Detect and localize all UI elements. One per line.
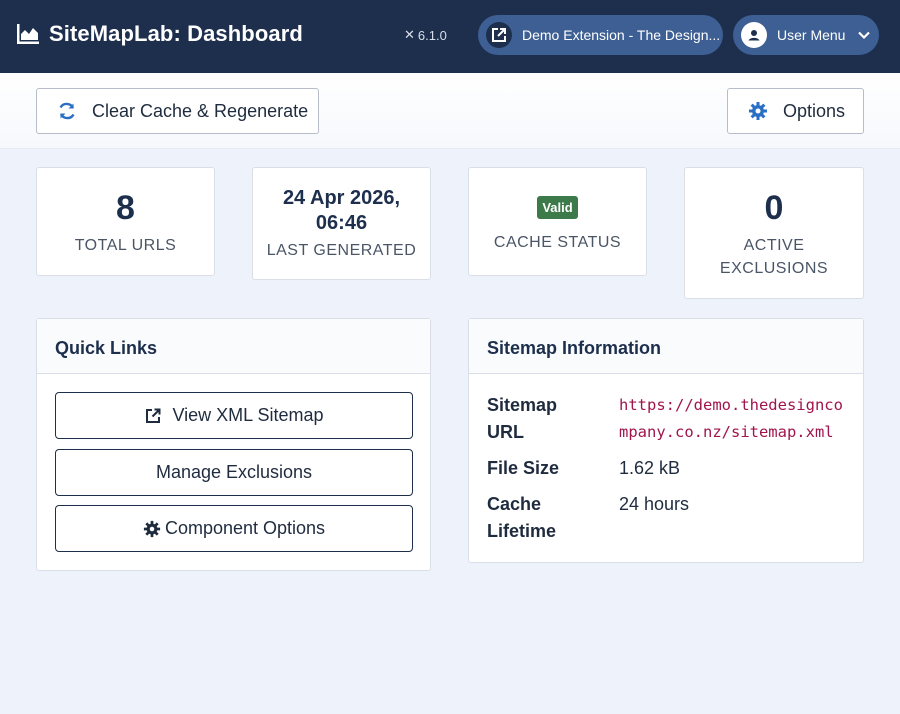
total-urls-label: TOTAL URLS	[74, 237, 177, 254]
cache-lifetime-label-2: Lifetime	[487, 521, 557, 541]
active-exclusions-value: 0	[764, 189, 784, 227]
stat-card-last-generated: 24 Apr 2026, 06:46 LAST GENERATED	[252, 167, 431, 280]
clear-cache-button[interactable]: Clear Cache & Regenerate	[36, 88, 319, 134]
version-indicator: ✕ 6.1.0	[404, 27, 447, 43]
sitemap-info-panel: Sitemap Information Sitemap URL https://…	[468, 318, 864, 563]
stat-card-cache-status: Valid CACHE STATUS	[468, 167, 647, 276]
gear-icon	[143, 520, 161, 537]
active-exclusions-label-2: EXCLUSIONS	[719, 260, 829, 277]
external-link-icon	[146, 408, 161, 423]
user-circle-icon	[741, 22, 767, 48]
chart-area-icon	[17, 24, 39, 44]
version-text: 6.1.0	[417, 27, 447, 43]
user-menu-button[interactable]: User Menu	[733, 15, 879, 55]
sitemap-url-label-1: Sitemap	[487, 395, 558, 415]
user-menu-label: User Menu	[777, 27, 846, 43]
component-options-label: Component Options	[164, 518, 326, 538]
component-options-button[interactable]: Component Options	[55, 505, 413, 552]
sitemap-url-label-2: URL	[487, 422, 524, 442]
file-size-label: File Size	[487, 458, 560, 478]
last-generated-label: LAST GENERATED	[266, 242, 417, 259]
clear-cache-label: Clear Cache & Regenerate	[92, 100, 309, 121]
manage-exclusions-button[interactable]: Manage Exclusions	[55, 449, 413, 496]
gear-icon	[749, 102, 767, 120]
sitemap-url-label: Sitemap URL	[487, 392, 597, 446]
options-label: Options	[783, 100, 846, 121]
sitemap-url-link[interactable]: https://demo.thedesigncompany.co.nz/site…	[619, 392, 849, 446]
stat-card-total-urls: 8 TOTAL URLS	[36, 167, 215, 276]
view-xml-sitemap-label: View XML Sitemap	[172, 405, 324, 425]
status-badge: Valid	[537, 196, 578, 219]
file-size-value: 1.62 kB	[619, 458, 681, 478]
external-link-icon	[486, 22, 512, 48]
cache-lifetime-label: Cache Lifetime	[487, 491, 597, 545]
cache-status-label: CACHE STATUS	[493, 234, 622, 251]
site-link-label: Demo Extension - The Design...	[522, 27, 721, 43]
brand: SiteMapLab: Dashboard	[17, 21, 303, 47]
last-generated-time: 06:46	[315, 212, 368, 234]
page-title: SiteMapLab: Dashboard	[49, 21, 303, 46]
sync-icon	[59, 102, 75, 120]
top-header: SiteMapLab: Dashboard ✕ 6.1.0 Demo Exten…	[0, 0, 900, 73]
joomla-icon: ✕	[404, 27, 415, 42]
site-link-button[interactable]: Demo Extension - The Design...	[478, 15, 723, 55]
quick-links-title: Quick Links	[37, 319, 430, 374]
active-exclusions-label-1: ACTIVE	[743, 237, 805, 254]
last-generated-date: 24 Apr 2026,	[282, 187, 401, 209]
chevron-down-icon	[858, 31, 871, 40]
view-xml-sitemap-button[interactable]: View XML Sitemap	[55, 392, 413, 439]
toolbar: Clear Cache & Regenerate Options	[0, 73, 900, 149]
options-button[interactable]: Options	[727, 88, 864, 134]
cache-lifetime-value: 24 hours	[619, 494, 690, 514]
stat-card-active-exclusions: 0 ACTIVE EXCLUSIONS	[684, 167, 864, 299]
sitemap-info-title: Sitemap Information	[469, 319, 863, 374]
quick-links-panel: Quick Links View XML Sitemap Manage Excl…	[36, 318, 431, 571]
total-urls-value: 8	[116, 189, 135, 227]
cache-lifetime-label-1: Cache	[487, 494, 542, 514]
manage-exclusions-label: Manage Exclusions	[155, 462, 313, 482]
